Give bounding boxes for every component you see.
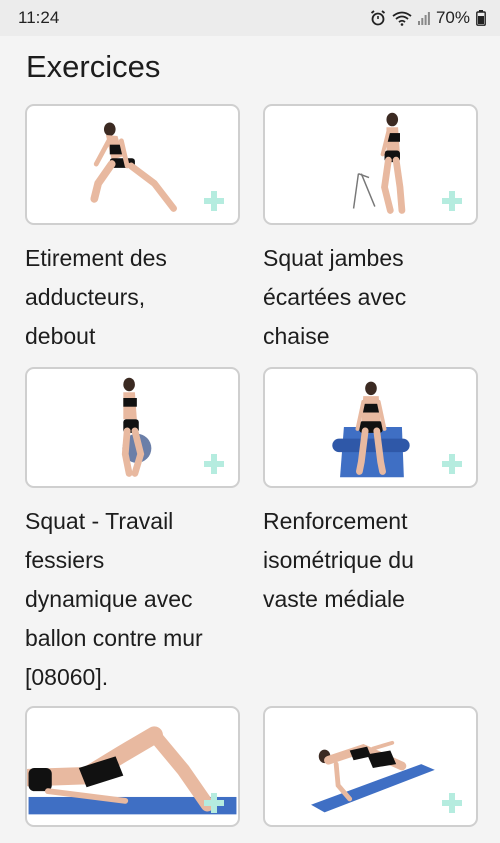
- exercise-card[interactable]: Squat - Travail fessiers dynamique avec …: [25, 367, 240, 706]
- exercise-title: Renforcement isométrique du vaste médial…: [263, 508, 414, 612]
- exercise-card[interactable]: Etirement des adducteurs, debout: [25, 104, 240, 367]
- exercise-title: Squat jambes écartées avec chaise: [263, 245, 407, 349]
- exercise-thumbnail[interactable]: [25, 104, 240, 225]
- exercise-title: Etirement des adducteurs, debout: [25, 245, 167, 349]
- signal-icon: [417, 12, 430, 25]
- status-bar: 11:24 70%: [0, 0, 500, 36]
- wifi-icon: [392, 11, 412, 26]
- alarm-icon: [370, 10, 386, 26]
- plus-icon[interactable]: [442, 191, 462, 211]
- exercise-thumbnail[interactable]: [25, 706, 240, 827]
- plus-icon[interactable]: [204, 454, 224, 474]
- status-time: 11:24: [18, 8, 60, 27]
- exercise-card[interactable]: Renforcement isométrique du vaste médial…: [263, 367, 478, 706]
- exercise-thumbnail[interactable]: [263, 104, 478, 225]
- plus-icon[interactable]: [204, 191, 224, 211]
- exercise-thumbnail[interactable]: [263, 367, 478, 488]
- exercise-thumbnail[interactable]: [263, 706, 478, 827]
- exercise-card[interactable]: [25, 706, 240, 827]
- page-title: Exercices: [26, 49, 161, 84]
- exercise-grid: Etirement des adducteurs, debout Squat j…: [25, 104, 478, 827]
- battery-icon: [476, 10, 486, 26]
- plus-icon[interactable]: [204, 793, 224, 813]
- exercise-card[interactable]: Squat jambes écartées avec chaise: [263, 104, 478, 367]
- exercise-card[interactable]: [263, 706, 478, 827]
- exercise-thumbnail[interactable]: [25, 367, 240, 488]
- plus-icon[interactable]: [442, 454, 462, 474]
- plus-icon[interactable]: [442, 793, 462, 813]
- exercise-title: Squat - Travail fessiers dynamique avec …: [25, 508, 203, 690]
- battery-percent: 70%: [435, 8, 470, 27]
- status-icons: 70%: [370, 8, 486, 28]
